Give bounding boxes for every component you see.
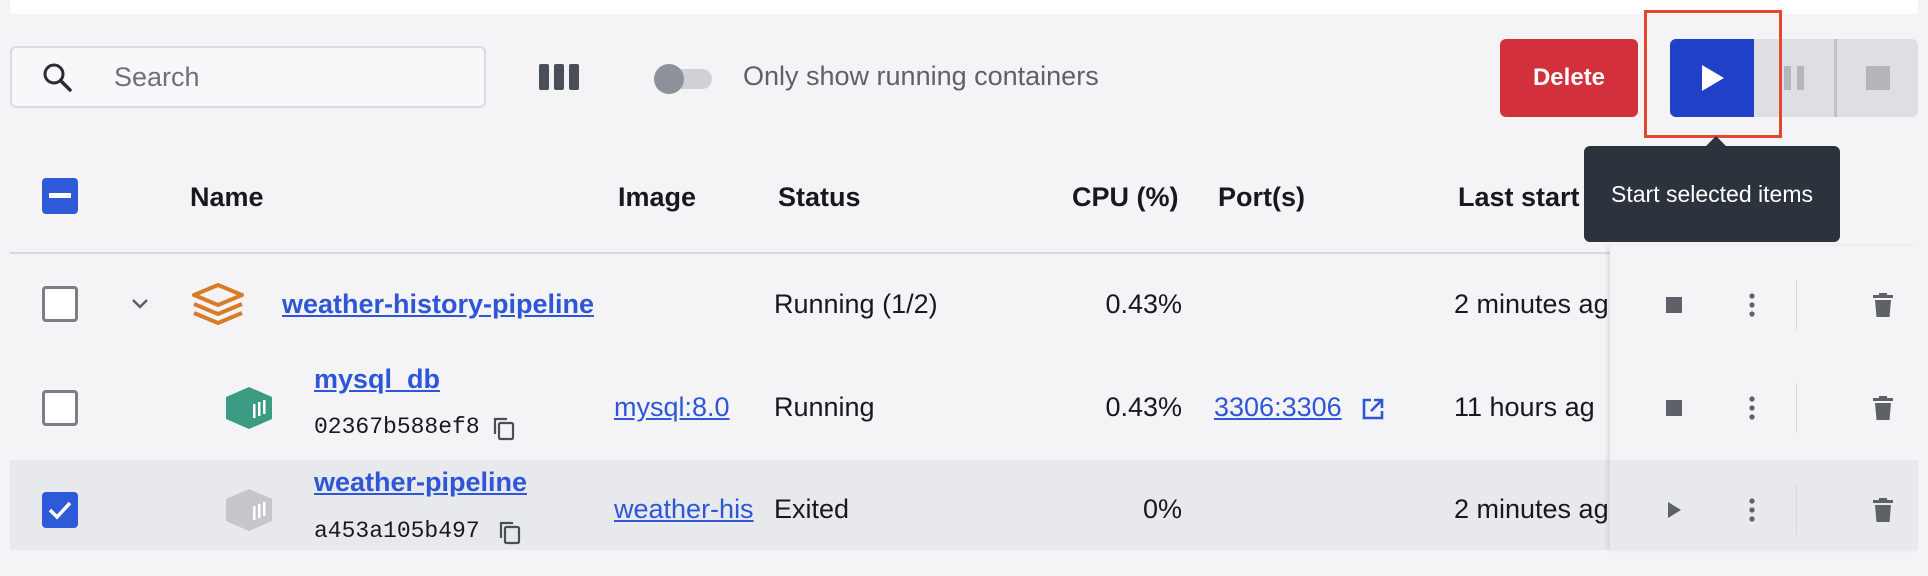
copy-icon[interactable] [498, 520, 522, 546]
row-actions-column [1610, 246, 1918, 550]
row-stop-button[interactable] [1654, 388, 1694, 428]
columns-icon[interactable] [536, 60, 582, 94]
chevron-down-icon[interactable] [128, 294, 152, 314]
copy-icon[interactable] [492, 416, 516, 442]
stack-icon [192, 283, 244, 325]
stop-icon [1865, 66, 1890, 90]
toggle-label: Only show running containers [743, 61, 1099, 91]
pause-icon [1784, 66, 1804, 90]
stop-icon [1666, 297, 1682, 313]
row-stop-button[interactable] [1654, 285, 1694, 325]
row-status: Exited [774, 494, 850, 524]
stop-button[interactable] [1837, 39, 1918, 117]
trash-icon [1873, 396, 1893, 420]
kebab-icon [1749, 498, 1755, 522]
external-link-icon[interactable] [1360, 396, 1386, 422]
row-image-link[interactable]: weather-his [614, 494, 760, 525]
start-tooltip: Start selected items [1584, 136, 1840, 242]
play-icon [1668, 502, 1681, 518]
row-checkbox[interactable] [42, 390, 78, 426]
stop-icon [1666, 400, 1682, 416]
checkmark-icon [48, 501, 72, 520]
header-cpu[interactable]: CPU (%) [1072, 182, 1179, 213]
row-menu-button[interactable] [1732, 490, 1772, 530]
header-last-started[interactable]: Last start [1458, 182, 1588, 213]
row-status: Running [774, 392, 875, 422]
row-delete-button[interactable] [1863, 285, 1903, 325]
row-container-id: a453a105b497 [314, 518, 480, 544]
container-icon [226, 489, 272, 531]
start-button-highlight [1644, 10, 1782, 138]
row-last-started: 11 hours ag [1454, 392, 1595, 422]
row-delete-button[interactable] [1863, 388, 1903, 428]
toggle-knob [654, 64, 684, 94]
header-name[interactable]: Name [190, 182, 264, 213]
search-input[interactable] [114, 61, 474, 93]
row-name-link[interactable]: weather-history-pipeline [282, 289, 598, 320]
action-separator [1796, 280, 1797, 330]
row-cpu: 0% [1142, 494, 1182, 524]
trash-icon [1873, 498, 1893, 522]
indeterminate-icon [49, 193, 71, 198]
action-separator [1796, 485, 1797, 535]
header-ports[interactable]: Port(s) [1218, 182, 1305, 213]
action-separator [1796, 383, 1797, 433]
row-cpu: 0.43% [1105, 392, 1182, 422]
row-cpu: 0.43% [1105, 289, 1182, 319]
delete-button[interactable]: Delete [1500, 39, 1638, 117]
row-name-link[interactable]: mysql_db [314, 364, 440, 395]
kebab-icon [1749, 396, 1755, 420]
search-icon [43, 63, 72, 92]
running-only-toggle[interactable] [654, 64, 714, 94]
row-port-link[interactable]: 3306:3306 [1214, 392, 1342, 423]
row-image-link[interactable]: mysql:8.0 [614, 392, 740, 423]
row-checkbox-checked[interactable] [42, 492, 78, 528]
row-last-started: 2 minutes ag [1454, 289, 1609, 319]
select-all-checkbox[interactable] [42, 178, 78, 214]
row-start-button[interactable] [1654, 490, 1694, 530]
row-name-link[interactable]: weather-pipeline [314, 467, 527, 498]
header-image[interactable]: Image [618, 182, 696, 213]
row-checkbox[interactable] [42, 286, 78, 322]
top-strip [10, 0, 1918, 14]
row-status: Running (1/2) [774, 289, 938, 319]
row-menu-button[interactable] [1732, 285, 1772, 325]
header-status[interactable]: Status [778, 182, 861, 213]
container-icon [226, 387, 272, 429]
search-box[interactable] [10, 46, 486, 108]
row-menu-button[interactable] [1732, 388, 1772, 428]
row-last-started: 2 minutes ag [1454, 494, 1609, 524]
trash-icon [1873, 293, 1893, 317]
row-delete-button[interactable] [1863, 490, 1903, 530]
row-container-id: 02367b588ef8 [314, 414, 480, 440]
kebab-icon [1749, 293, 1755, 317]
